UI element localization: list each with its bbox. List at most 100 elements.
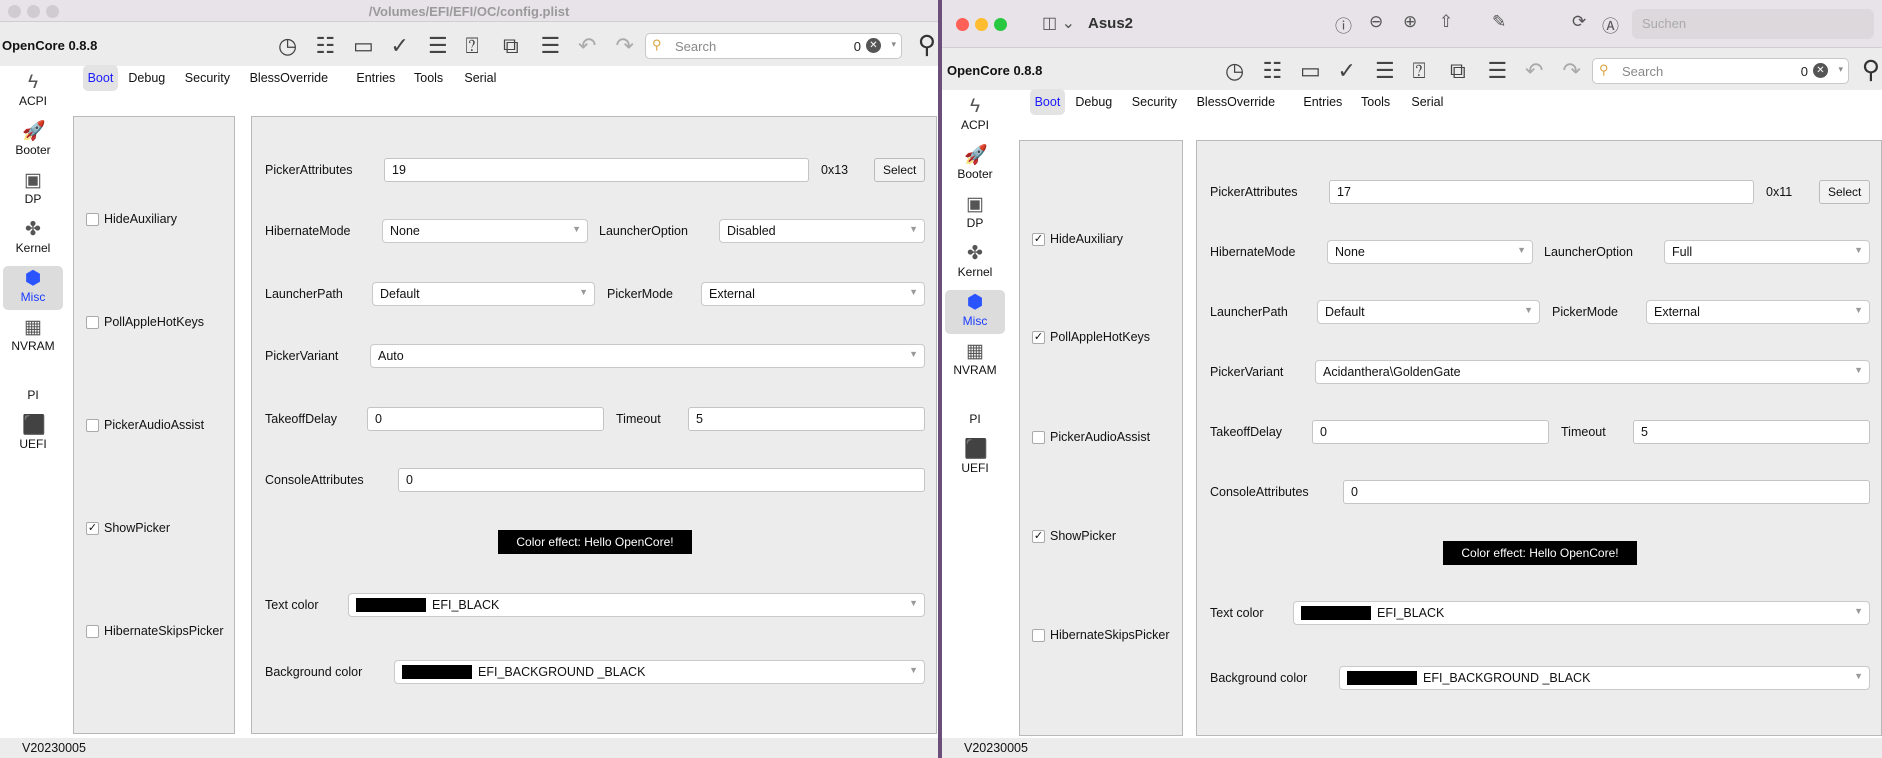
- edit-icon-button[interactable]: ⍰: [1413, 56, 1426, 86]
- sidebar-item-misc[interactable]: ⬢ Misc: [3, 266, 63, 310]
- reorder-icon-button[interactable]: ☰: [428, 31, 448, 61]
- tab-boot[interactable]: Boot: [1029, 89, 1066, 115]
- zoom-in-icon[interactable]: ⊕: [1403, 12, 1417, 32]
- sidebar-item-kernel[interactable]: ✤ Kernel: [945, 241, 1005, 285]
- database-icon-button[interactable]: ☰: [1488, 56, 1508, 86]
- redo-icon-button[interactable]: ↷: [1563, 56, 1581, 86]
- tab-entries[interactable]: Entries: [351, 65, 400, 91]
- tab-security[interactable]: Security: [1127, 89, 1182, 115]
- picker-mode-select[interactable]: External ▼: [1646, 300, 1870, 324]
- checkbox-showpicker[interactable]: ✓ ShowPicker: [1032, 529, 1116, 543]
- sidebar-item-nvram[interactable]: ▦ NVRAM: [945, 339, 1005, 383]
- tab-serial[interactable]: Serial: [1406, 89, 1448, 115]
- picker-mode-select[interactable]: External ▼: [701, 282, 925, 306]
- select-button[interactable]: Select: [1819, 180, 1871, 204]
- sidebar-item-uefi[interactable]: ⬛ UEFI: [3, 413, 63, 457]
- minimize-window-button[interactable]: [975, 17, 988, 31]
- undo-icon-button[interactable]: ↶: [578, 31, 596, 61]
- launcher-option-select[interactable]: Full ▼: [1664, 240, 1870, 264]
- sidebar-item-booter[interactable]: 🚀 Booter: [3, 119, 63, 163]
- checkbox[interactable]: ✓: [86, 521, 99, 535]
- tab-blessoverride[interactable]: BlessOverride: [245, 65, 334, 91]
- picker-variant-select[interactable]: Acidanthera\GoldenGate ▼: [1315, 360, 1870, 384]
- import-icon-button[interactable]: ⧉: [1450, 56, 1466, 86]
- checkbox[interactable]: [86, 315, 99, 329]
- list-icon-button[interactable]: ☷: [1263, 56, 1283, 86]
- takeoff-delay-input[interactable]: 0: [367, 407, 604, 431]
- sidebar-item-kernel[interactable]: ✤ Kernel: [3, 217, 63, 261]
- markup-icon[interactable]: ✎: [1492, 12, 1506, 32]
- timeout-input[interactable]: 5: [1633, 420, 1870, 444]
- sidebar-item-misc[interactable]: ⬢ Misc: [945, 290, 1005, 334]
- sidebar-item-acpi[interactable]: ϟ ACPI: [945, 94, 1005, 138]
- list-icon-button[interactable]: ☷: [316, 31, 336, 61]
- takeoff-delay-input[interactable]: 0: [1312, 420, 1549, 444]
- launcher-path-select[interactable]: Default ▼: [1317, 300, 1540, 324]
- tab-serial[interactable]: Serial: [459, 65, 501, 91]
- tab-security[interactable]: Security: [180, 65, 235, 91]
- tab-tools[interactable]: Tools: [409, 65, 448, 91]
- redo-icon-button[interactable]: ↷: [616, 31, 634, 61]
- checkbox-hibernateskipspicker[interactable]: HibernateSkipsPicker: [1032, 628, 1170, 642]
- launcher-option-select[interactable]: Disabled ▼: [719, 219, 925, 243]
- checkbox-showpicker[interactable]: ✓ ShowPicker: [86, 521, 170, 535]
- import-icon-button[interactable]: ⧉: [503, 31, 519, 61]
- validate-icon-button[interactable]: ✓: [391, 31, 409, 61]
- undo-icon-button[interactable]: ↶: [1525, 56, 1543, 86]
- search-icon[interactable]: ⚲: [918, 30, 936, 60]
- search-field[interactable]: ⚲ Search 0 ✕ ▾: [1592, 58, 1849, 84]
- checkbox[interactable]: [86, 418, 99, 432]
- tab-tools[interactable]: Tools: [1356, 89, 1395, 115]
- save-icon-button[interactable]: ▭: [353, 31, 374, 61]
- picker-attributes-input[interactable]: 17: [1329, 180, 1754, 204]
- preview-search-field[interactable]: Suchen: [1632, 9, 1874, 39]
- checkbox-hideauxiliary[interactable]: ✓ HideAuxiliary: [1032, 232, 1123, 246]
- annotate-icon[interactable]: Ⓐ: [1602, 12, 1619, 37]
- sidebar-item-uefi[interactable]: ⬛ UEFI: [945, 437, 1005, 481]
- checkbox[interactable]: ✓: [1032, 330, 1045, 344]
- text-color-select[interactable]: EFI_BLACK ▼: [348, 593, 925, 617]
- sidebar-item-dp[interactable]: ▣ DP: [945, 192, 1005, 236]
- reorder-icon-button[interactable]: ☰: [1375, 56, 1395, 86]
- tab-debug[interactable]: Debug: [123, 65, 170, 91]
- sidebar-item-acpi[interactable]: ϟ ACPI: [3, 70, 63, 114]
- share-icon[interactable]: ⇧: [1439, 12, 1453, 32]
- validate-icon-button[interactable]: ✓: [1338, 56, 1356, 86]
- hibernate-mode-select[interactable]: None ▼: [382, 219, 588, 243]
- history-icon-button[interactable]: ◷: [278, 31, 297, 61]
- edit-icon-button[interactable]: ⍰: [466, 31, 479, 61]
- tab-entries[interactable]: Entries: [1298, 89, 1347, 115]
- search-dropdown-icon[interactable]: ▾: [891, 39, 896, 50]
- search-icon[interactable]: ⚲: [1862, 55, 1880, 85]
- zoom-window-button[interactable]: [994, 17, 1007, 31]
- picker-attributes-input[interactable]: 19: [384, 158, 809, 182]
- tab-blessoverride[interactable]: BlessOverride: [1192, 89, 1281, 115]
- rotate-icon[interactable]: ⟳: [1572, 12, 1586, 32]
- text-color-select[interactable]: EFI_BLACK ▼: [1293, 601, 1870, 625]
- search-field[interactable]: ⚲ Search 0 ✕ ▾: [645, 33, 902, 59]
- console-attributes-input[interactable]: 0: [398, 468, 925, 492]
- hibernate-mode-select[interactable]: None ▼: [1327, 240, 1533, 264]
- checkbox-pickeraudioassist[interactable]: PickerAudioAssist: [1032, 430, 1150, 444]
- search-dropdown-icon[interactable]: ▾: [1838, 64, 1843, 75]
- tab-debug[interactable]: Debug: [1070, 89, 1117, 115]
- console-attributes-input[interactable]: 0: [1343, 480, 1870, 504]
- close-window-button[interactable]: [956, 17, 969, 31]
- checkbox[interactable]: [1032, 430, 1045, 444]
- sidebar-toggle-icon[interactable]: ◫ ⌄: [1042, 13, 1075, 33]
- checkbox[interactable]: ✓: [1032, 232, 1045, 246]
- sidebar-item-dp[interactable]: ▣ DP: [3, 168, 63, 212]
- timeout-input[interactable]: 5: [688, 407, 925, 431]
- clear-search-icon[interactable]: ✕: [1813, 63, 1828, 78]
- select-button[interactable]: Select: [874, 158, 926, 182]
- clear-search-icon[interactable]: ✕: [866, 38, 881, 53]
- checkbox-pollapplehotkeys[interactable]: PollAppleHotKeys: [86, 315, 204, 329]
- sidebar-item-pi[interactable]: PI: [3, 364, 63, 408]
- sidebar-item-booter[interactable]: 🚀 Booter: [945, 143, 1005, 187]
- checkbox[interactable]: [86, 212, 99, 226]
- background-color-select[interactable]: EFI_BACKGROUND _BLACK ▼: [1339, 666, 1870, 690]
- checkbox-pickeraudioassist[interactable]: PickerAudioAssist: [86, 418, 204, 432]
- save-icon-button[interactable]: ▭: [1300, 56, 1321, 86]
- tab-boot[interactable]: Boot: [82, 65, 119, 91]
- history-icon-button[interactable]: ◷: [1225, 56, 1244, 86]
